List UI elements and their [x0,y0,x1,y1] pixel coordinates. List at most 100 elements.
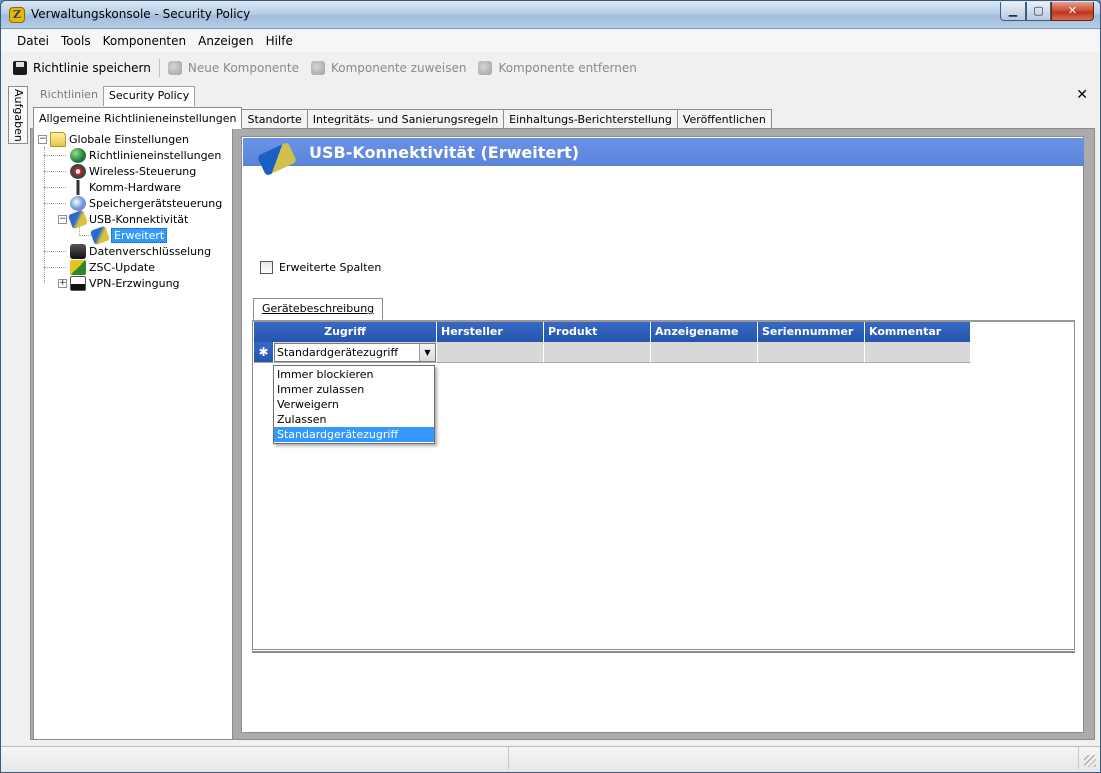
collapse-icon[interactable]: − [58,214,67,224]
save-policy-button[interactable]: Richtlinie speichern [7,56,157,80]
window-title: Verwaltungskonsole - Security Policy [31,7,251,21]
advanced-columns-checkbox[interactable] [260,261,273,274]
grid-header: Zugriff Hersteller Produkt Anzeigename S… [254,322,971,342]
access-cell[interactable]: Standardgerätezugriff ▼ [274,342,437,363]
tree-item-label: Speichergerätsteuerung [89,196,223,210]
column-header-comment[interactable]: Kommentar [865,322,971,342]
tree-line [44,187,66,188]
component-icon [167,61,182,75]
tree-line [44,267,66,268]
toolbar: Richtlinie speichern Neue Komponente Kom… [7,55,643,81]
close-window-button[interactable]: ✕ [1051,2,1094,21]
option-always-allow[interactable]: Immer zulassen [274,382,434,397]
tree-item-label: Komm-Hardware [89,180,181,194]
toolbar-separator [158,59,160,77]
column-header-access[interactable]: Zugriff [254,322,437,342]
menu-anzeigen[interactable]: Anzeigen [192,34,259,48]
collapse-icon[interactable]: − [38,134,47,144]
tree-item-policy-settings[interactable]: Richtlinieneinstellungen [70,147,221,163]
tab-integrity-rules[interactable]: Integritäts- und Sanierungsregeln [306,109,505,129]
maximize-button[interactable]: ▢ [1026,2,1051,21]
usb-icon [67,209,89,229]
tree-item-label: VPN-Erzwingung [89,276,180,290]
advanced-columns-label: Erweiterte Spalten [279,261,382,274]
policy-tabs: Allgemeine Richtlinieneinstellungen Stan… [33,107,772,129]
breadcrumb-policies[interactable]: Richtlinien [35,86,103,106]
remove-component-label: Komponente entfernen [498,61,637,75]
breadcrumb: Richtlinien Security Policy [35,86,196,106]
column-header-product[interactable]: Produkt [544,322,651,342]
chevron-down-icon[interactable]: ▼ [419,344,435,361]
close-policy-icon[interactable]: ✕ [1076,87,1088,103]
option-default-device-access[interactable]: Standardgerätezugriff [274,427,434,442]
minimize-button[interactable]: ▁ [1000,2,1026,21]
tree-item-storage-device-control[interactable]: Speichergerätsteuerung [70,195,222,211]
column-header-serial-number[interactable]: Seriennummer [758,322,865,342]
tree-item-advanced[interactable]: Erweitert [89,225,168,245]
tree-item-label: Richtlinieneinstellungen [89,148,222,162]
display-name-cell[interactable] [651,342,758,363]
tree-item-zsc-update[interactable]: ZSC-Update [70,259,155,275]
vpn-icon [70,275,86,291]
tab-general-settings[interactable]: Allgemeine Richtlinieneinstellungen [33,107,243,129]
option-always-block[interactable]: Immer blockieren [274,367,434,382]
tree-item-label: Globale Einstellungen [69,132,189,146]
advanced-columns-checkbox-row[interactable]: Erweiterte Spalten [260,261,381,274]
tree-item-label: ZSC-Update [89,260,156,274]
tree-line [79,235,91,236]
new-component-label: Neue Komponente [187,61,299,75]
tree-line [44,147,45,283]
globe-icon [70,147,86,163]
menu-datei[interactable]: Datei [11,34,55,48]
resize-grip-icon[interactable] [1084,755,1096,767]
serial-number-cell[interactable] [758,342,865,363]
menu-komponenten[interactable]: Komponenten [97,34,193,48]
breadcrumb-security-policy[interactable]: Security Policy [102,86,196,106]
expand-icon[interactable]: + [58,278,67,288]
assign-component-label: Komponente zuweisen [331,61,467,75]
menu-bar: Datei Tools Komponenten Anzeigen Hilfe [1,30,1100,52]
tab-device-description[interactable]: Gerätebeschreibung [253,298,384,320]
manufacturer-cell[interactable] [437,342,544,363]
tree-item-vpn-enforcement[interactable]: + VPN-Erzwingung [58,275,180,291]
access-combobox-value: Standardgerätezugriff [277,346,399,359]
main-window: Z Verwaltungskonsole - Security Policy ▁… [0,0,1101,773]
grid-border [252,651,1075,653]
option-deny[interactable]: Verweigern [274,397,434,412]
tree-item-data-encryption[interactable]: Datenverschlüsselung [70,243,211,259]
tab-publish[interactable]: Veröffentlichen [676,109,772,129]
tasks-side-tab[interactable]: Aufgaben [8,86,28,144]
tree-line [44,203,66,204]
menu-tools[interactable]: Tools [55,34,97,48]
tree-line [44,155,66,156]
tree-line [44,251,66,252]
access-combobox[interactable]: Standardgerätezugriff ▼ [274,343,436,362]
tree-item-label: Wireless-Steuerung [89,164,197,178]
tree-item-global-settings[interactable]: − Globale Einstellungen [38,131,189,147]
comment-cell[interactable] [865,342,971,363]
hardware-icon [70,179,86,195]
tree-item-label: USB-Konnektivität [89,212,189,226]
usb-icon [89,225,111,245]
content-panel: USB-Konnektivität (Erweitert) Erweiterte… [241,136,1084,733]
product-cell[interactable] [544,342,651,363]
column-header-display-name[interactable]: Anzeigename [651,322,758,342]
window-controls: ▁ ▢ ✕ [1000,2,1094,22]
floppy-disk-icon [13,61,27,75]
tree-item-label: Erweitert [111,227,168,243]
settings-tree: − Globale Einstellungen Richtlinieneinst… [33,128,233,740]
wireless-icon [70,163,86,179]
title-bar[interactable]: Z Verwaltungskonsole - Security Policy ▁… [1,1,1100,29]
remove-component-button[interactable]: Komponente entfernen [472,56,642,80]
disc-icon [70,195,86,211]
tab-locations[interactable]: Standorte [241,109,308,129]
assign-component-button[interactable]: Komponente zuweisen [305,56,472,80]
tab-compliance-reporting[interactable]: Einhaltungs-Berichterstellung [503,109,678,129]
tree-item-comm-hardware[interactable]: Komm-Hardware [70,179,181,195]
column-header-manufacturer[interactable]: Hersteller [437,322,544,342]
tree-item-usb-connectivity[interactable]: − USB-Konnektivität [58,209,189,229]
new-component-button[interactable]: Neue Komponente [162,56,305,80]
option-allow[interactable]: Zulassen [274,412,434,427]
tree-item-wireless-control[interactable]: Wireless-Steuerung [70,163,196,179]
menu-hilfe[interactable]: Hilfe [260,34,299,48]
